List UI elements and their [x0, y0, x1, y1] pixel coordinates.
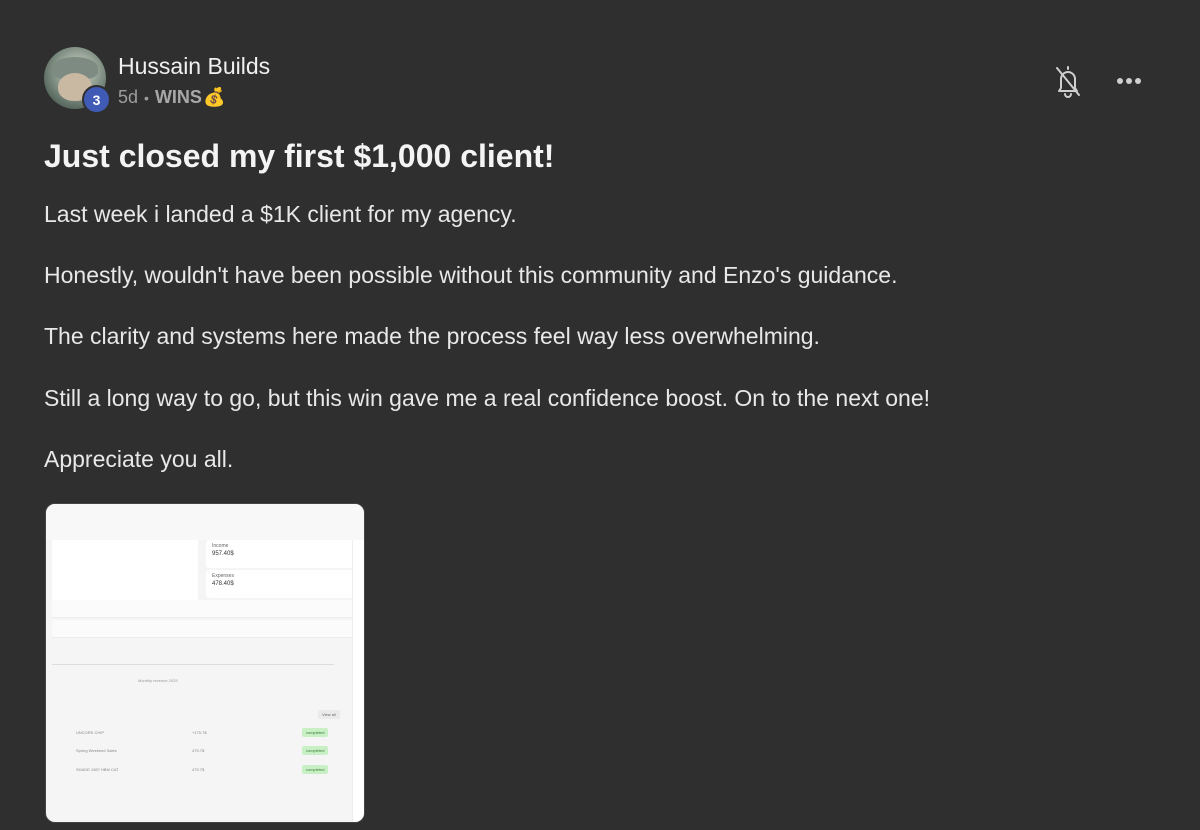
expenses-label: Expenses — [212, 573, 234, 579]
post-title: Just closed my first $1,000 client! — [44, 138, 555, 174]
post-paragraph-5: Appreciate you all. — [44, 446, 234, 472]
tx-amount: 475.7$ — [192, 748, 205, 753]
dot — [1117, 78, 1123, 84]
money-bag-icon: 💰 — [202, 87, 226, 107]
bell-off-icon[interactable] — [1054, 64, 1082, 98]
post-paragraph-1: Last week i landed a $1K client for my a… — [44, 201, 517, 227]
thumb-strip — [52, 620, 364, 638]
dot — [1126, 78, 1132, 84]
thumb-topbar — [46, 504, 364, 540]
post-paragraph-3: The clarity and systems here made the pr… — [44, 323, 820, 349]
post-age: 5d — [118, 87, 139, 107]
more-options-icon[interactable] — [1113, 70, 1145, 92]
category-link[interactable]: WINS💰 — [155, 87, 225, 108]
tx-name: Spring Weekend Sales — [76, 748, 117, 753]
meta-separator: • — [144, 89, 149, 106]
view-all-link: View all — [318, 710, 340, 719]
level-badge: 3 — [82, 85, 111, 114]
expenses-value: 478.40$ — [212, 581, 234, 587]
table-row: Spring Weekend Sales 475.7$ completed — [76, 746, 338, 756]
author-avatar-container[interactable]: 3 — [44, 47, 111, 114]
thumb-right-column — [352, 540, 364, 822]
tx-amount: +175.7$ — [192, 730, 207, 735]
image-attachment[interactable]: Income 957.40$ ◎ Expenses 478.40$ ◎ Mont… — [45, 503, 365, 823]
tx-name: SHADE 1987 HBM CAT — [76, 767, 119, 772]
status-badge: completed — [302, 728, 329, 737]
status-badge: completed — [302, 765, 329, 774]
tx-name: UNCORE.CHIP — [76, 730, 105, 735]
table-row: SHADE 1987 HBM CAT 475.7$ completed — [76, 765, 338, 775]
thumb-divider — [52, 664, 334, 665]
post-meta: 5d • WINS💰 — [118, 87, 225, 108]
thumb-strip — [52, 600, 364, 618]
table-row: UNCORE.CHIP +175.7$ completed — [76, 728, 338, 738]
expenses-card: Expenses 478.40$ ◎ — [206, 570, 364, 598]
post-paragraph-4: Still a long way to go, but this win gav… — [44, 385, 931, 411]
income-value: 957.40$ — [212, 551, 234, 557]
dot — [1135, 78, 1141, 84]
author-name[interactable]: Hussain Builds — [118, 53, 270, 80]
category-label: WINS — [154, 87, 202, 107]
thumb-caption: Monthly revenue 2025 — [138, 678, 178, 683]
post-paragraph-2: Honestly, wouldn't have been possible wi… — [44, 262, 898, 288]
status-badge: completed — [302, 746, 329, 755]
income-card: Income 957.40$ ◎ — [206, 540, 364, 568]
thumb-left-panel — [52, 540, 198, 600]
tx-amount: 475.7$ — [192, 767, 205, 772]
income-label: Income — [212, 543, 229, 549]
post-card: 3 Hussain Builds 5d • WINS💰 Just closed … — [0, 0, 1200, 830]
